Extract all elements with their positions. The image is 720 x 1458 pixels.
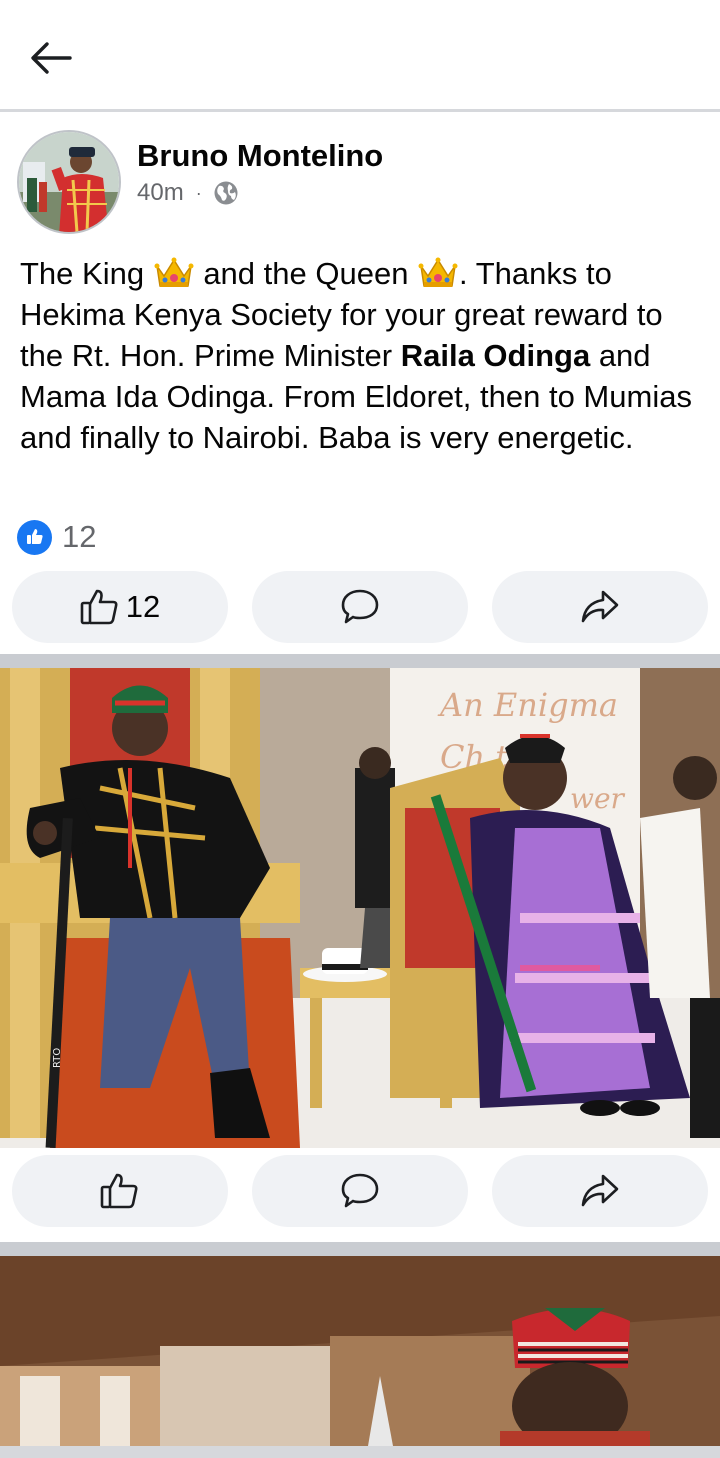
photo-like-button[interactable] [12, 1155, 228, 1227]
like-button[interactable]: 12 [12, 571, 228, 643]
section-separator [0, 1242, 720, 1256]
like-count: 12 [125, 589, 161, 624]
section-separator [0, 654, 720, 668]
meta-separator: · [195, 182, 202, 203]
crown-emoji-icon [418, 257, 458, 287]
post-actions: 12 [12, 571, 708, 643]
reaction-count: 12 [62, 519, 97, 554]
photo-comment-button[interactable] [252, 1155, 468, 1227]
like-badge-icon [17, 519, 52, 555]
back-button[interactable] [28, 38, 74, 78]
avatar[interactable] [17, 130, 121, 234]
post-text: The King and the Queen . Thanks to Hekim… [20, 253, 704, 458]
comment-icon [341, 1173, 379, 1208]
photo-1-actions [12, 1155, 708, 1227]
top-bar [0, 0, 720, 112]
crown-emoji-icon [154, 257, 194, 287]
post-meta: 40m · [137, 178, 239, 208]
post-time[interactable]: 40m [137, 179, 184, 207]
share-button[interactable] [492, 571, 708, 643]
sign-text-3: wer [570, 782, 626, 815]
sign-text-1: An Enigma [437, 686, 618, 724]
thumbs-up-icon [80, 589, 118, 625]
arrow-left-icon [31, 42, 72, 74]
share-icon [581, 590, 619, 623]
globe-icon[interactable] [213, 180, 239, 206]
share-icon [581, 1174, 619, 1207]
comment-icon [341, 589, 379, 624]
comment-button[interactable] [252, 571, 468, 643]
reaction-summary[interactable]: 12 [17, 518, 96, 556]
bottom-edge [0, 1446, 720, 1458]
author-name[interactable]: Bruno Montelino [137, 138, 383, 174]
post-text-part-1: The King [20, 256, 153, 291]
post-text-part-2: and the Queen [194, 256, 418, 291]
cane-text: RTO [52, 1048, 63, 1068]
post-text-mention[interactable]: Raila Odinga [401, 338, 590, 373]
thumbs-up-icon [100, 1173, 138, 1209]
post-photo-1[interactable]: An Enigma Ch ter, wer RTO [0, 668, 720, 1148]
post-photo-2[interactable] [0, 1256, 720, 1446]
photo-share-button[interactable] [492, 1155, 708, 1227]
